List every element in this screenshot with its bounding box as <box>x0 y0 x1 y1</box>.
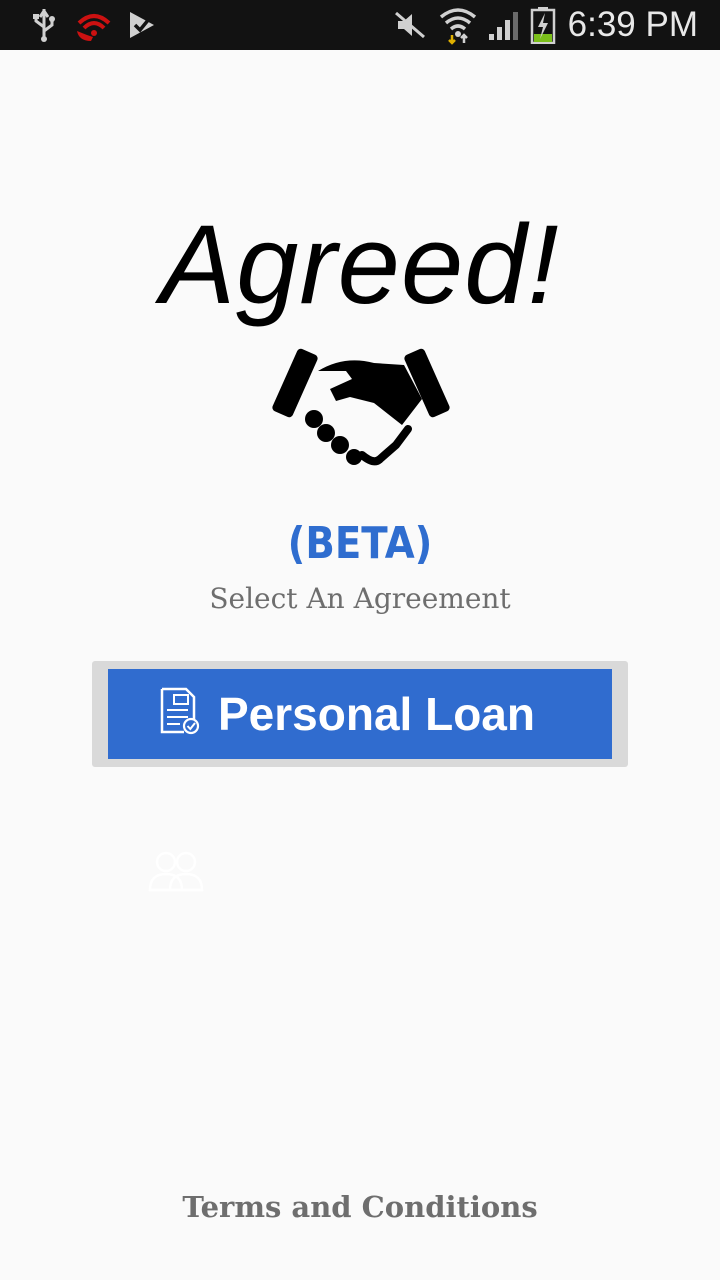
subtitle: Select An Agreement <box>209 582 511 615</box>
status-bar: 6:39 PM <box>0 0 720 50</box>
battery-charging-icon <box>530 0 556 50</box>
status-time: 6:39 PM <box>567 5 698 44</box>
beta-label: (BETA) <box>287 518 433 569</box>
personal-loan-label: Personal Loan <box>218 688 535 740</box>
download-done-icon <box>126 0 158 50</box>
usb-icon <box>30 0 58 50</box>
mute-icon <box>394 0 426 50</box>
wifi-icon <box>439 0 477 50</box>
document-check-icon <box>160 687 200 735</box>
people-icon <box>148 851 204 892</box>
handshake-icon <box>272 348 450 466</box>
wifi-calling-icon <box>75 0 113 50</box>
personal-loan-button[interactable]: Personal Loan <box>108 669 612 759</box>
terms-link[interactable]: Terms and Conditions <box>0 1190 720 1224</box>
signal-icon <box>488 0 524 50</box>
app-title: Agreed! <box>160 202 560 327</box>
agreement-option-frame: Personal Loan <box>92 661 628 767</box>
